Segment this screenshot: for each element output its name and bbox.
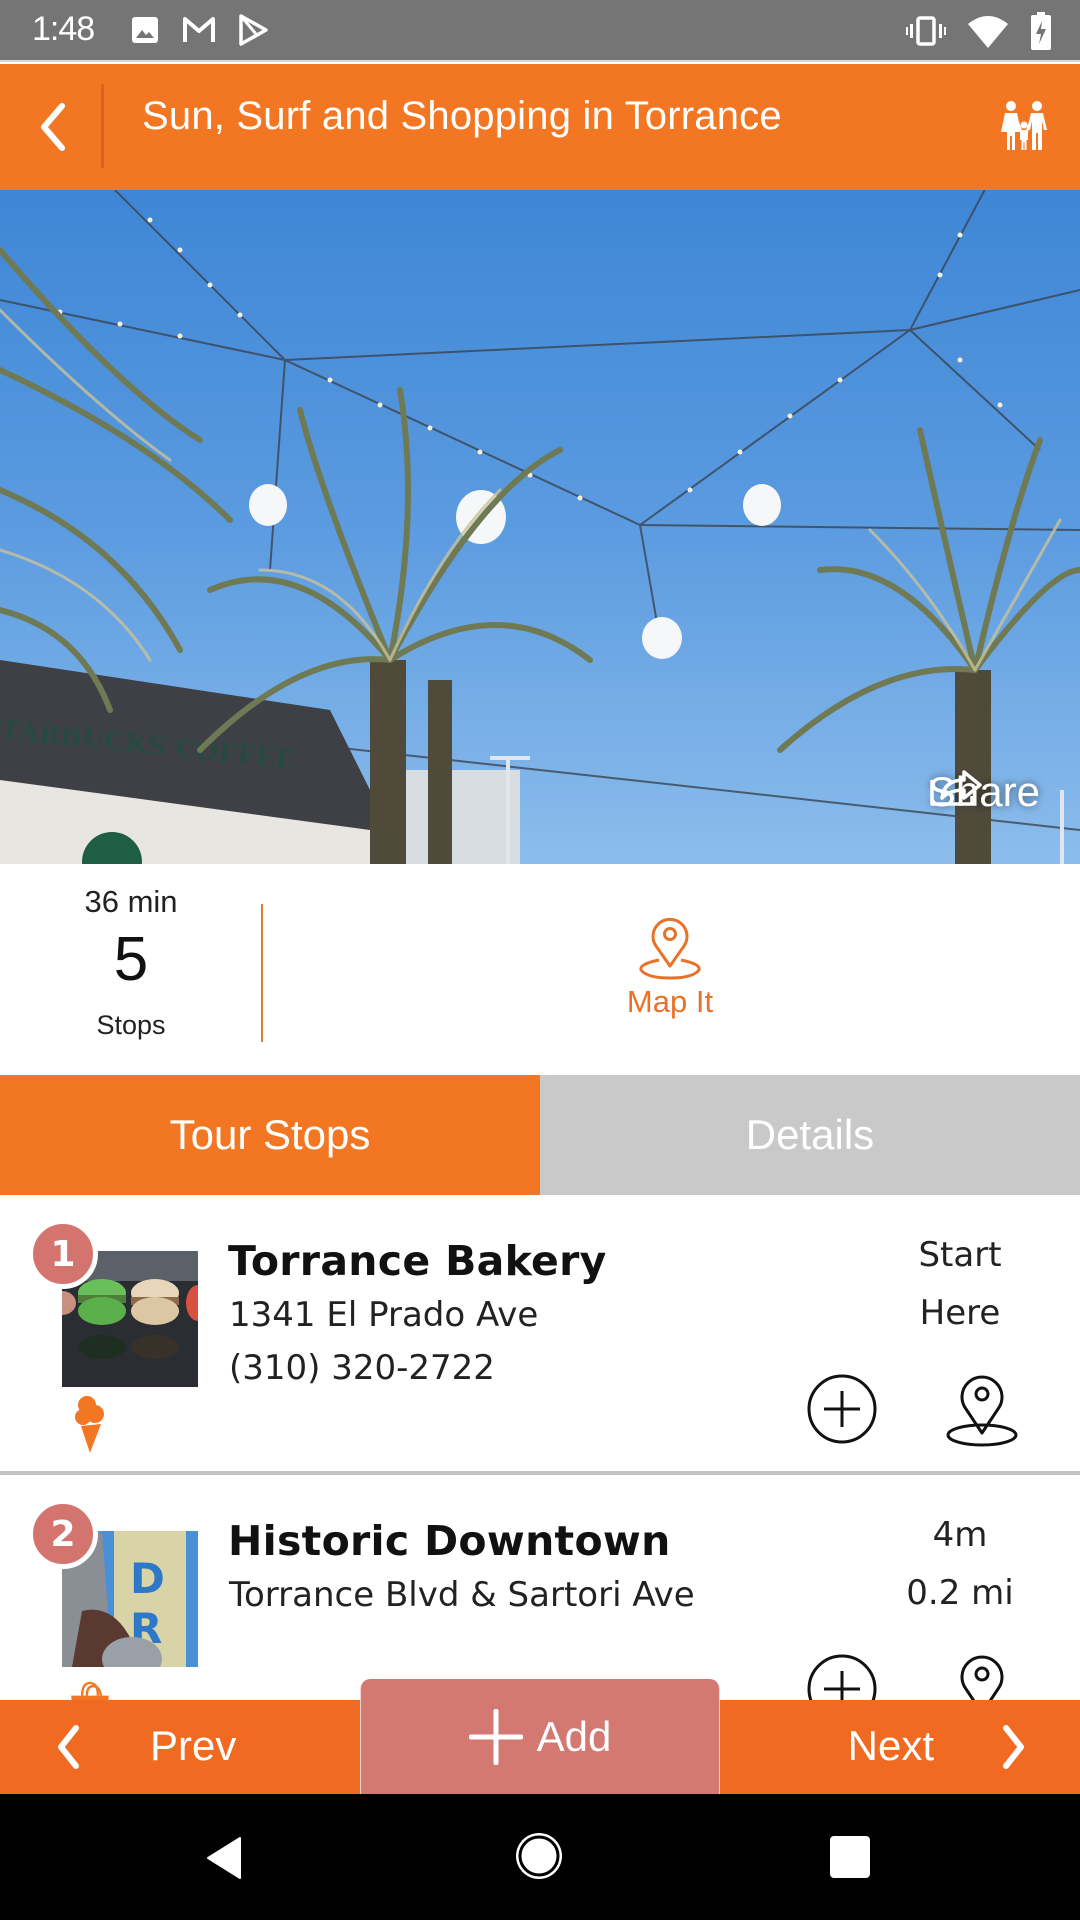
plus-circle-icon [807, 1374, 877, 1444]
hero-image: TARBUCKS COFFEE Share [0, 190, 1080, 864]
tab-tour-stops[interactable]: Tour Stops [0, 1075, 540, 1195]
plus-circle-icon [807, 1654, 877, 1700]
family-button[interactable] [994, 86, 1054, 166]
stop-phone[interactable]: (310) 320-2722 [229, 1348, 495, 1388]
list-item[interactable]: 1 Torrance Bakery 1341 El Prado Ave (310… [0, 1195, 1080, 1475]
stop-count: 5 [113, 925, 149, 994]
back-button[interactable] [22, 90, 82, 164]
stop-name: Historic Downtown [228, 1517, 671, 1565]
summary-divider [261, 904, 263, 1042]
locate-stop-button[interactable] [944, 1651, 1020, 1700]
stop-meta-line1: 4m [932, 1515, 988, 1555]
add-label: Add [536, 1712, 612, 1760]
header-divider [101, 84, 104, 168]
share-button[interactable]: Share [928, 768, 1040, 816]
category-icon-slot [68, 1675, 112, 1700]
page-title: Sun, Surf and Shopping in Torrance [142, 94, 782, 138]
map-pin-icon [960, 1655, 1004, 1700]
tour-duration: 36 min [84, 884, 178, 919]
stop-address: 1341 El Prado Ave [229, 1295, 539, 1335]
status-bar: 1:48 [0, 0, 1080, 62]
stop-meta-line1: Start [918, 1235, 1002, 1275]
share-icon [930, 770, 982, 806]
screen: 1:48 Sun, Surf and Shopping in Torrance [0, 0, 1080, 1920]
map-pin-icon [639, 917, 701, 980]
hero-photo-illustration: TARBUCKS COFFEE [0, 190, 1080, 864]
add-stop-button[interactable] [806, 1653, 878, 1700]
image-icon [132, 17, 158, 43]
nav-back-icon[interactable] [204, 1836, 244, 1880]
app-header: Sun, Surf and Shopping in Torrance [0, 64, 1080, 190]
add-button[interactable]: Add [360, 1679, 720, 1794]
stop-number-badge: 1 [28, 1219, 98, 1289]
stop-meta-line2: 0.2 mi [906, 1573, 1014, 1613]
next-button[interactable]: Next [722, 1700, 1080, 1794]
chevron-left-icon [58, 1725, 79, 1769]
add-stop-button[interactable] [806, 1373, 878, 1445]
system-icons [906, 12, 1052, 50]
map-pin-icon [946, 1375, 1018, 1447]
stop-meta-line2: Here [919, 1293, 1001, 1333]
prev-label: Prev [150, 1722, 237, 1769]
stop-name: Torrance Bakery [228, 1237, 607, 1285]
svg-text:D: D [130, 1554, 165, 1603]
stop-number-badge: 2 [28, 1499, 98, 1569]
chevron-right-icon [1003, 1725, 1024, 1769]
next-label: Next [847, 1722, 934, 1769]
system-nav-bar [0, 1794, 1080, 1920]
category-icon-slot [68, 1395, 112, 1455]
shopping-bag-icon [71, 1681, 109, 1700]
notification-icons [130, 14, 268, 46]
locate-stop-button[interactable] [944, 1371, 1020, 1447]
status-time: 1:48 [32, 10, 95, 48]
map-it-button[interactable]: Map It [600, 916, 740, 1020]
tour-summary: 36 min 5 Stops Map It [0, 864, 1080, 1076]
stop-address: Torrance Blvd & Sartori Ave [229, 1575, 695, 1615]
plus-icon [468, 1708, 523, 1765]
nav-recents-icon[interactable] [830, 1836, 870, 1878]
play-store-icon [239, 14, 268, 46]
tab-details[interactable]: Details [540, 1075, 1080, 1195]
tab-bar: Tour Stops Details [0, 1075, 1080, 1195]
family-icon [1001, 101, 1047, 150]
gmail-icon [183, 17, 215, 42]
battery-charging-icon [1031, 12, 1051, 50]
stop-count-label: Stops [96, 1010, 166, 1040]
vibrate-icon [906, 16, 946, 46]
list-item[interactable]: 2 D R Historic Downtown Torrance Blvd & … [0, 1475, 1080, 1700]
nav-home-icon[interactable] [513, 1830, 565, 1882]
tour-stops-list: 1 Torrance Bakery 1341 El Prado Ave (310… [0, 1195, 1080, 1700]
chevron-left-icon [41, 103, 65, 151]
ice-cream-icon [75, 1396, 104, 1453]
map-it-label: Map It [626, 984, 714, 1019]
prev-button[interactable]: Prev [0, 1700, 358, 1794]
wifi-icon [968, 16, 1008, 48]
